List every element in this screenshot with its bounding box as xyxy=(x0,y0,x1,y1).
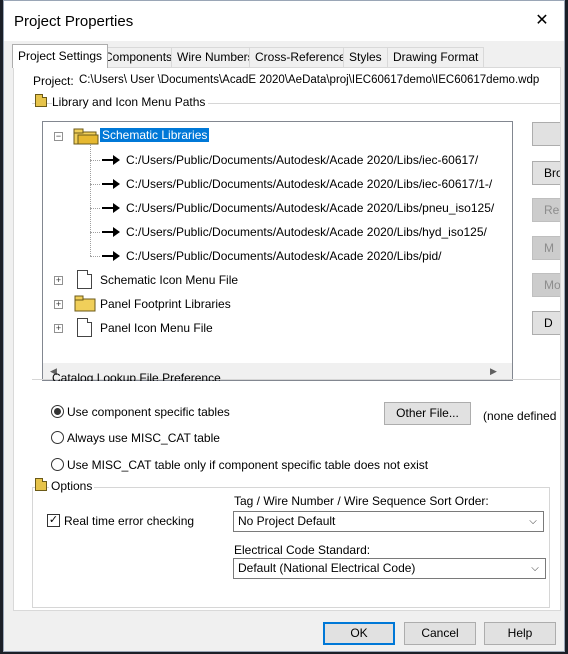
project-path: C:\Users\ User \Documents\AcadE 2020\AeD… xyxy=(79,74,540,86)
add-button[interactable] xyxy=(532,122,560,146)
arrow-right-icon xyxy=(102,227,120,237)
library-tree[interactable]: − Schematic Libraries C:/Users/Public/Do… xyxy=(42,121,513,381)
default-button[interactable]: D xyxy=(532,311,560,335)
help-button[interactable]: Help xyxy=(484,622,556,645)
option-always-misc-cat-label: Always use MISC_CAT table xyxy=(67,431,220,445)
tab-project-settings[interactable]: Project Settings xyxy=(12,44,109,68)
tree-connector xyxy=(90,160,100,161)
title-bar: Project Properties ✕ xyxy=(4,1,564,41)
remove-button[interactable]: Re xyxy=(532,198,560,222)
chevron-down-icon: ⌵ xyxy=(531,563,539,574)
folder-icon xyxy=(35,478,47,491)
close-button[interactable]: ✕ xyxy=(526,7,558,35)
electrical-code-select[interactable]: Default (National Electrical Code) ⌵ xyxy=(233,558,546,579)
ok-button[interactable]: OK xyxy=(323,622,395,645)
option-component-specific-label: Use component specific tables xyxy=(67,405,230,419)
project-label: Project: xyxy=(33,74,74,88)
close-icon: ✕ xyxy=(535,12,549,29)
library-path-item[interactable]: C:/Users/Public/Documents/Autodesk/Acade… xyxy=(126,153,478,167)
schematic-libraries-folder-icon xyxy=(73,128,99,145)
sort-order-select[interactable]: No Project Default ⌵ xyxy=(233,511,544,532)
options-group-border xyxy=(32,607,550,608)
chevron-down-icon: ⌵ xyxy=(529,516,537,527)
move-down-button[interactable]: Mov xyxy=(532,273,560,297)
arrow-right-icon xyxy=(102,251,120,261)
collapse-icon[interactable]: − xyxy=(54,132,63,141)
realtime-error-checkbox[interactable]: ✓ xyxy=(47,514,60,527)
expand-icon[interactable]: + xyxy=(54,324,63,333)
tree-node-panel-icon-menu[interactable]: Panel Icon Menu File xyxy=(100,321,213,335)
sort-order-value: No Project Default xyxy=(238,514,336,528)
document-icon xyxy=(77,318,92,337)
panel-footprint-folder-icon xyxy=(74,295,96,312)
move-up-button[interactable]: M xyxy=(532,236,560,260)
document-icon xyxy=(77,270,92,289)
tree-connector xyxy=(90,232,100,233)
project-settings-panel: Project: C:\Users\ User \Documents\AcadE… xyxy=(13,67,561,611)
cancel-button[interactable]: Cancel xyxy=(404,622,476,645)
tab-cross-references[interactable]: Cross-References xyxy=(249,47,358,67)
options-group-label: Options xyxy=(49,479,95,493)
radio-component-specific[interactable] xyxy=(51,405,64,418)
radio-misc-cat-fallback[interactable] xyxy=(51,458,64,471)
arrow-right-icon xyxy=(102,155,120,165)
window-title: Project Properties xyxy=(14,13,134,30)
scroll-right-icon[interactable]: ▶ xyxy=(485,363,502,380)
arrow-right-icon xyxy=(102,179,120,189)
tree-connector xyxy=(90,208,100,209)
folder-icon xyxy=(35,94,47,107)
library-path-item[interactable]: C:/Users/Public/Documents/Autodesk/Acade… xyxy=(126,225,487,239)
library-path-item[interactable]: C:/Users/Public/Documents/Autodesk/Acade… xyxy=(126,201,494,215)
options-group-border xyxy=(549,487,550,608)
tab-components[interactable]: Components xyxy=(98,47,179,67)
radio-always-misc-cat[interactable] xyxy=(51,431,64,444)
tab-wire-numbers[interactable]: Wire Numbers xyxy=(171,47,260,67)
expand-icon[interactable]: + xyxy=(54,300,63,309)
sort-order-label: Tag / Wire Number / Wire Sequence Sort O… xyxy=(234,494,489,508)
tree-root-label[interactable]: Schematic Libraries xyxy=(100,128,210,142)
tree-connector xyxy=(90,256,100,257)
tree-connector xyxy=(90,184,100,185)
catalog-group-label: Catalog Lookup File Preference xyxy=(52,371,221,381)
tree-node-panel-footprint[interactable]: Panel Footprint Libraries xyxy=(100,297,231,311)
project-properties-dialog: Project Properties ✕ Project Settings Co… xyxy=(3,0,565,652)
expand-icon[interactable]: + xyxy=(54,276,63,285)
library-path-item[interactable]: C:/Users/Public/Documents/Autodesk/Acade… xyxy=(126,177,492,191)
options-group-border xyxy=(32,487,550,488)
tree-node-icon-menu-file[interactable]: Schematic Icon Menu File xyxy=(100,273,238,287)
arrow-right-icon xyxy=(102,203,120,213)
tab-drawing-format[interactable]: Drawing Format xyxy=(387,47,485,67)
electrical-code-value: Default (National Electrical Code) xyxy=(238,561,416,575)
library-group-label: Library and Icon Menu Paths xyxy=(52,95,209,109)
options-group-border xyxy=(32,487,33,608)
tab-styles[interactable]: Styles xyxy=(343,47,388,67)
browse-button[interactable]: Bro xyxy=(532,161,560,185)
realtime-error-label: Real time error checking xyxy=(64,514,195,528)
library-path-item[interactable]: C:/Users/Public/Documents/Autodesk/Acade… xyxy=(126,249,442,263)
option-misc-cat-fallback-label: Use MISC_CAT table only if component spe… xyxy=(67,458,429,472)
other-file-status: (none defined xyxy=(483,409,557,423)
electrical-code-label: Electrical Code Standard: xyxy=(234,543,371,557)
other-file-button[interactable]: Other File... xyxy=(384,402,471,425)
